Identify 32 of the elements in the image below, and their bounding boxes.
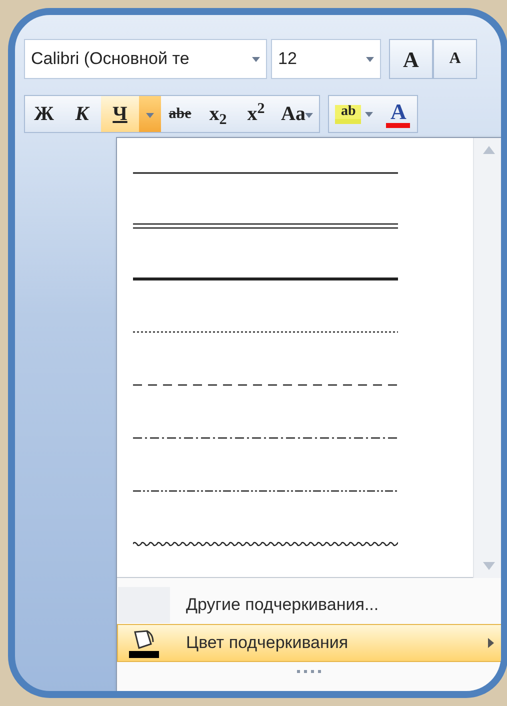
scrollbar[interactable] xyxy=(473,138,501,578)
resize-grip-icon[interactable] xyxy=(297,670,323,673)
underline-sample-icon xyxy=(133,540,398,548)
underline-dropdown-button[interactable] xyxy=(139,96,161,132)
bold-button[interactable]: Ж xyxy=(25,96,63,132)
submenu-item[interactable]: Цвет подчеркивания xyxy=(117,624,501,662)
script-button[interactable]: x$^{2}$ xyxy=(237,96,275,132)
dropdown-arrow-icon xyxy=(366,56,374,62)
italic-button[interactable]: К xyxy=(63,96,101,132)
dropdown-arrow-icon xyxy=(365,112,374,116)
font-size-text: 12 xyxy=(278,48,297,70)
scroll-down-icon[interactable] xyxy=(482,562,494,570)
underline-sample-icon xyxy=(133,222,398,230)
change-case-button[interactable]: Aa xyxy=(275,96,320,132)
strikethrough-button[interactable]: abe xyxy=(161,96,199,132)
font-name-text: Calibri (Основной те xyxy=(31,48,190,70)
menu-item[interactable]: Другие подчеркивания... xyxy=(117,586,501,624)
submenu-arrow-icon xyxy=(488,638,494,648)
scroll-up-icon[interactable] xyxy=(482,146,494,154)
font-color-button[interactable]: A xyxy=(379,96,418,132)
font-field[interactable]: Calibri (Основной те xyxy=(24,39,267,79)
script-button[interactable]: x$_{2}$ xyxy=(199,96,237,132)
underline-sample-icon xyxy=(133,274,398,282)
dropdown-arrow-icon xyxy=(146,112,154,118)
paint-bucket-icon xyxy=(127,628,161,658)
dropdown-arrow-icon xyxy=(252,56,260,62)
font-size-field[interactable]: 12 xyxy=(271,39,381,79)
highlight-button[interactable]: ab xyxy=(329,96,380,132)
grow-font-button[interactable]: A xyxy=(389,39,433,79)
shrink-font-button[interactable]: A xyxy=(433,39,477,79)
underline-button[interactable]: Ч xyxy=(101,96,139,132)
dropdown-arrow-icon xyxy=(305,112,314,118)
